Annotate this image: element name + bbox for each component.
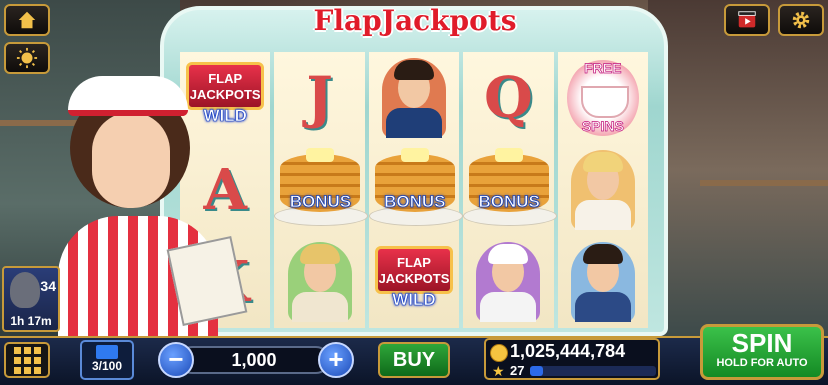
- lines-indicator[interactable]: 3/100: [80, 340, 134, 380]
- bet-decrease-button[interactable]: −: [158, 342, 194, 378]
- letter-symbol: Q: [463, 54, 553, 142]
- bet-amount: 1,000: [178, 346, 330, 374]
- bonus-label: BONUS: [384, 192, 446, 212]
- man-coffee-symbol: [558, 238, 648, 326]
- spin-button[interactable]: SPIN HOLD FOR AUTO: [700, 324, 824, 380]
- man-suit-symbol: [369, 54, 459, 142]
- free-spins-symbol: FREE SPINS: [558, 54, 648, 142]
- xp-level: 27: [510, 363, 525, 378]
- player-level: 34: [40, 278, 56, 294]
- settings-button[interactable]: [778, 4, 824, 36]
- letter-q: Q: [484, 65, 533, 131]
- chef-symbol: [463, 238, 553, 326]
- bonus-label: BONUS: [478, 192, 540, 212]
- player-avatar[interactable]: 34 1h 17m: [2, 266, 60, 332]
- lines-icon: [96, 345, 118, 359]
- waitress-character: [30, 70, 248, 336]
- game-title: FlapJackpots: [313, 4, 517, 37]
- buy-button[interactable]: BUY: [378, 342, 450, 378]
- reel-4: Q BONUS: [463, 52, 558, 328]
- shelf: [700, 180, 828, 186]
- wild-plate: FLAP JACKPOTS: [374, 246, 453, 294]
- bonus-timer: 1h 17m: [10, 314, 52, 328]
- spin-label: SPIN: [731, 328, 793, 358]
- star-icon: ★: [492, 363, 505, 379]
- cat-avatar-icon: [10, 272, 40, 308]
- bonus-symbol: BONUS: [368, 146, 463, 234]
- reel-2: J BONUS: [274, 52, 369, 328]
- spins-label: SPINS: [581, 118, 624, 135]
- diner-wall-right: [648, 0, 828, 340]
- bonus-symbol: BONUS: [463, 146, 558, 234]
- video-icon: [738, 11, 756, 28]
- xp-progress-bar: [530, 366, 656, 376]
- letter-j: J: [306, 65, 333, 131]
- home-button[interactable]: [4, 4, 50, 36]
- coin-balance: 1,025,444,784: [510, 341, 626, 361]
- reel-3: BONUS FLAP JACKPOTS WILD: [368, 52, 463, 328]
- video-reward-button[interactable]: [724, 4, 770, 36]
- balance-panel: 1,025,444,784 ★ 27: [484, 338, 660, 380]
- xp-progress-fill: [530, 366, 543, 376]
- spin-sublabel: HOLD FOR AUTO: [716, 357, 808, 369]
- sun-icon: [16, 47, 38, 69]
- blonde-woman-symbol: [558, 146, 648, 234]
- home-icon: [18, 11, 36, 29]
- reel-5: FREE SPINS: [557, 52, 648, 328]
- reels: FLAP JACKPOTS WILD A K J BONUS BONUS FLA…: [180, 52, 648, 328]
- wild-symbol: FLAP JACKPOTS WILD: [369, 238, 459, 326]
- free-label: FREE: [584, 60, 622, 77]
- coin-icon: [490, 344, 508, 362]
- wild-label: WILD: [392, 290, 436, 310]
- bonus-label: BONUS: [289, 192, 352, 212]
- menu-button[interactable]: [4, 342, 50, 378]
- bonus-symbol: BONUS: [274, 146, 369, 234]
- bet-control: 1,000 − +: [158, 342, 354, 378]
- bet-increase-button[interactable]: +: [318, 342, 354, 378]
- lines-value: 3/100: [91, 359, 123, 373]
- letter-symbol: J: [274, 54, 364, 142]
- boy-symbol: [274, 238, 364, 326]
- gear-icon: [792, 11, 810, 29]
